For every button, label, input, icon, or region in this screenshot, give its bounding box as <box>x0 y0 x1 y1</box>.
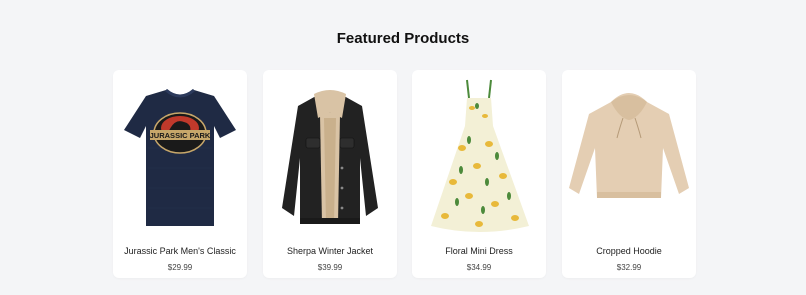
page-title: Featured Products <box>336 30 470 47</box>
product-price: $39.99 <box>317 263 343 272</box>
navy-tshirt-icon: JURASSIC PARK <box>124 88 236 226</box>
product-price: $34.99 <box>466 263 492 272</box>
product-card-floral-dress[interactable]: Floral Mini Dress $34.99 <box>412 70 546 278</box>
product-card-cropped-hoodie[interactable]: Cropped Hoodie $32.99 <box>562 70 696 278</box>
floral-dress-icon <box>431 79 529 232</box>
logo-text: JURASSIC PARK <box>150 131 211 140</box>
product-price: $32.99 <box>616 263 642 272</box>
black-jacket-icon <box>282 90 378 224</box>
product-price: $29.99 <box>167 263 193 272</box>
product-name[interactable]: Cropped Hoodie <box>562 246 696 256</box>
beige-hoodie-icon <box>569 93 689 198</box>
product-name[interactable]: Sherpa Winter Jacket <box>263 246 397 256</box>
product-card-jurassic-park-tee[interactable]: JURASSIC PARK Jurassic Park Men's Classi… <box>113 70 247 278</box>
product-name[interactable]: Floral Mini Dress <box>412 246 546 256</box>
product-name[interactable]: Jurassic Park Men's Classic <box>113 246 247 256</box>
product-card-sherpa-jacket[interactable]: Sherpa Winter Jacket $39.99 <box>263 70 397 278</box>
